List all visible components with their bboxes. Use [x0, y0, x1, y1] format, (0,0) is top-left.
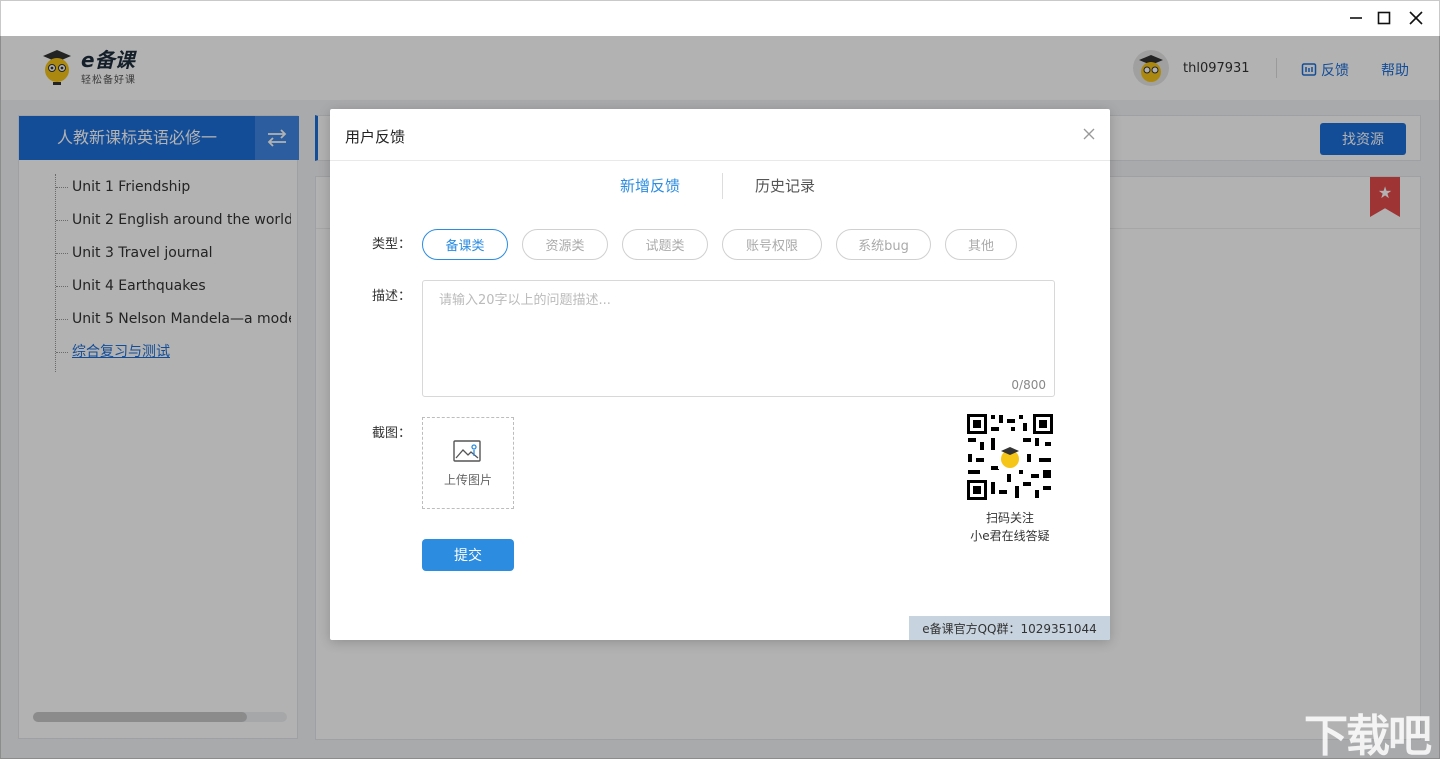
type-option-questions[interactable]: 试题类	[622, 229, 708, 260]
upload-label: 上传图片	[443, 472, 492, 487]
feedback-tabs: 新增反馈 历史记录	[330, 173, 1110, 199]
char-counter: 0/800	[1011, 378, 1046, 392]
tab-history[interactable]: 历史记录	[755, 175, 815, 196]
description-box: 0/800	[422, 280, 1055, 397]
qq-group-info: e备课官方QQ群：1029351044	[909, 616, 1110, 640]
watermark-logo: 下载吧	[1304, 711, 1432, 759]
dialog-title: 用户反馈	[345, 128, 406, 146]
window-titlebar	[0, 0, 1440, 36]
screenshot-label: 截图：	[372, 426, 412, 441]
type-option-other[interactable]: 其他	[945, 229, 1017, 260]
feedback-dialog: 用户反馈 新增反馈 历史记录 类型： 备课类 资源类 试题类 账号权限 系统bu…	[330, 109, 1110, 640]
minimize-button[interactable]	[1343, 5, 1369, 31]
dialog-header: 用户反馈	[330, 109, 1110, 161]
maximize-icon	[1377, 11, 1391, 25]
close-icon	[1409, 11, 1423, 25]
tab-new-feedback[interactable]: 新增反馈	[620, 175, 680, 196]
description-input[interactable]	[423, 281, 1054, 396]
type-option-resources[interactable]: 资源类	[522, 229, 608, 260]
qr-caption-line-2: 小e君在线答疑	[970, 529, 1050, 543]
dialog-close-button[interactable]	[1078, 123, 1100, 145]
qr-code-icon	[966, 413, 1054, 501]
close-window-button[interactable]	[1403, 5, 1429, 31]
type-option-account-permissions[interactable]: 账号权限	[722, 229, 822, 260]
close-icon	[1083, 128, 1095, 140]
upload-image-button[interactable]: 上传图片	[422, 417, 514, 509]
tab-divider	[722, 173, 723, 199]
maximize-button[interactable]	[1371, 5, 1397, 31]
image-upload-icon	[453, 439, 481, 462]
submit-button[interactable]: 提交	[422, 539, 514, 571]
qr-caption: 扫码关注 小e君在线答疑	[950, 509, 1070, 545]
minimize-icon	[1350, 17, 1362, 19]
type-option-system-bug[interactable]: 系统bug	[836, 229, 931, 260]
type-option-lesson-prep[interactable]: 备课类	[422, 229, 508, 260]
qr-caption-line-1: 扫码关注	[985, 511, 1034, 525]
description-label: 描述：	[372, 289, 412, 304]
type-label: 类型：	[372, 237, 412, 252]
